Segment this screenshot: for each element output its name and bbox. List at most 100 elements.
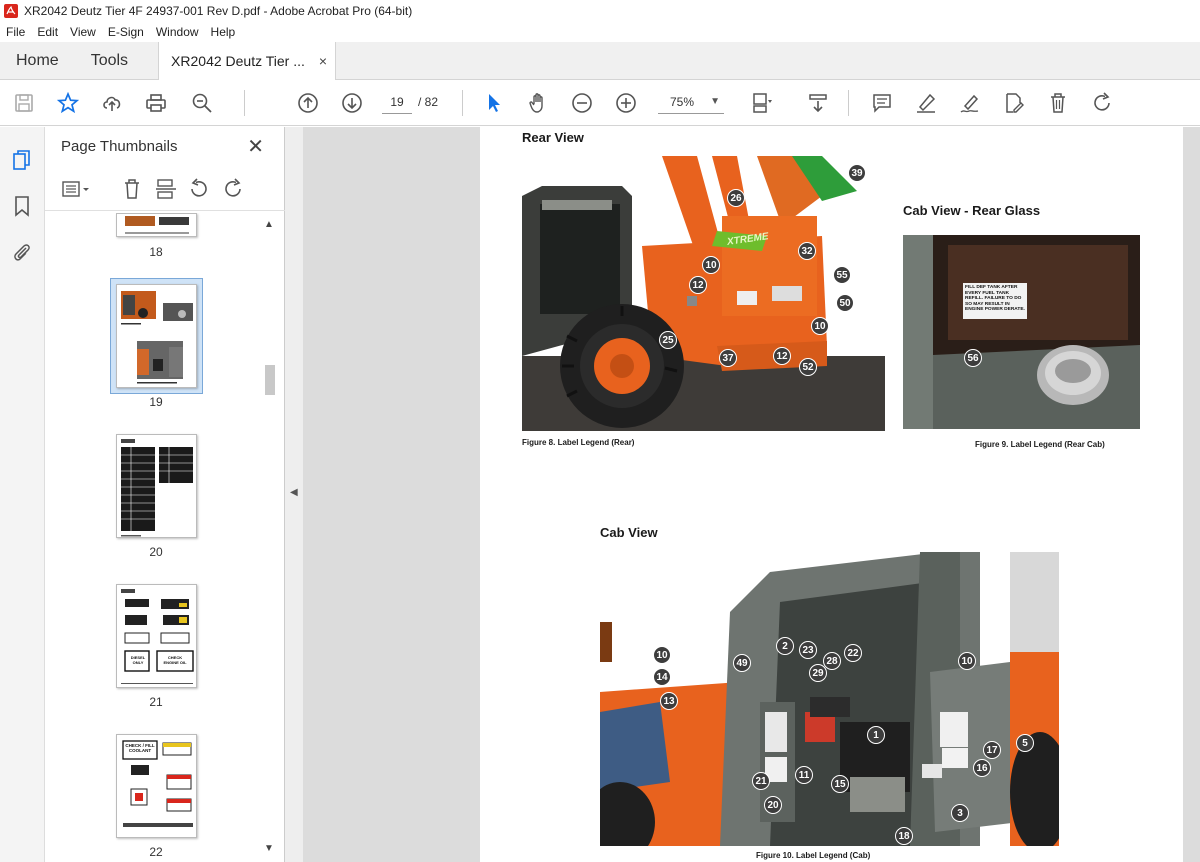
callout-marker: 21 [752,772,770,790]
edit-pdf-icon[interactable] [1002,91,1026,115]
callout-marker: 29 [809,664,827,682]
menu-esign[interactable]: E-Sign [108,25,144,39]
callout-marker: 10 [811,317,829,335]
hand-icon[interactable] [526,91,550,115]
page-up-icon[interactable] [296,91,320,115]
scroll-thumb[interactable] [265,365,275,395]
rear-cab-photo: FILL DEF TANK AFTER EVERY FUEL TANK REFI… [903,235,1140,429]
thumbnail-label: 21 [149,695,163,709]
page-number-input[interactable]: 19 [382,90,412,114]
callout-marker: 22 [844,644,862,662]
callout-marker: 39 [848,164,866,182]
upload-icon[interactable] [100,91,124,115]
bookmark-icon[interactable] [11,195,33,217]
thumbnail-label: 20 [149,545,163,559]
callout-marker: 12 [689,276,707,294]
menu-view[interactable]: View [70,25,96,39]
thumbnail-page-19[interactable] [116,284,197,388]
callout-marker: 11 [795,766,813,784]
zoom-in-icon[interactable] [614,91,638,115]
sign-icon[interactable] [958,91,982,115]
save-icon[interactable] [12,91,36,115]
thumbnail-page-20[interactable] [116,434,197,538]
callout-marker: 23 [799,641,817,659]
callout-marker: 49 [733,654,751,672]
tab-document-label: XR2042 Deutz Tier ... [171,53,305,69]
callout-marker: 26 [727,189,745,207]
callout-marker: 12 [773,347,791,365]
callout-marker: 25 [659,331,677,349]
page-down-icon[interactable] [340,91,364,115]
thumbnail-scrollbar[interactable]: ▲ ▼ [262,213,278,862]
toolbar-divider [244,90,245,116]
thumbnail-page-22[interactable]: CHECK / FILL COOLANT [116,734,197,838]
star-icon[interactable] [56,91,80,115]
highlight-icon[interactable] [914,91,938,115]
menu-bar: File Edit View E-Sign Window Help [0,22,1200,42]
figure-9-caption: Figure 9. Label Legend (Rear Cab) [975,440,1105,449]
document-viewport[interactable]: Rear View XTREME 39 26 32 10 55 12 50 10… [303,127,1200,862]
delete-page-icon[interactable] [121,178,143,200]
tab-document[interactable]: XR2042 Deutz Tier ... × [158,42,337,80]
thumbnail-options-icon[interactable] [61,178,89,200]
callout-marker: 2 [776,637,794,655]
thumbnail-label: 22 [149,845,163,859]
thumbnail-label: 19 [149,395,163,409]
callout-marker: 15 [831,775,849,793]
rotate-right-icon[interactable] [222,178,244,200]
rotate-left-icon[interactable] [188,178,210,200]
insert-page-icon[interactable] [155,178,177,200]
delete-icon[interactable] [1046,91,1070,115]
menu-edit[interactable]: Edit [37,25,58,39]
scroll-mode-icon[interactable] [806,91,830,115]
callout-marker: 32 [798,242,816,260]
callout-marker: 13 [660,692,678,710]
menu-file[interactable]: File [6,25,25,39]
find-zoom-icon[interactable] [190,91,214,115]
page-thumbnails-icon[interactable] [11,149,33,171]
chevron-down-icon: ▼ [710,96,720,107]
thumbnail-page-18[interactable] [116,213,197,237]
callout-marker: 20 [764,796,782,814]
toolbar-divider [462,90,463,116]
callout-marker: 5 [1016,734,1034,752]
tab-close-icon[interactable]: × [319,53,327,69]
panel-collapse-handle[interactable]: ◀ [285,127,303,862]
tab-tools[interactable]: Tools [75,42,144,79]
callout-marker: 50 [836,294,854,312]
page-layout-icon[interactable] [750,91,774,115]
callout-marker: 17 [983,741,1001,759]
figure-8-caption: Figure 8. Label Legend (Rear) [522,438,635,447]
zoom-value: 75% [670,95,695,109]
callout-marker: 14 [653,668,671,686]
rotate-icon[interactable] [1090,91,1114,115]
callout-marker: 10 [702,256,720,274]
select-cursor-icon[interactable] [482,91,506,115]
window-title: XR2042 Deutz Tier 4F 24937-001 Rev D.pdf… [24,4,413,18]
rear-view-photo: XTREME [522,156,885,431]
zoom-out-icon[interactable] [570,91,594,115]
thumbnail-diesel-label: DIESEL ONLY [130,655,146,665]
attachment-icon[interactable] [11,241,33,263]
thumbnails-panel: Page Thumbnails ✕ 18 19 20 DIESEL ONLY C… [45,127,285,862]
def-tank-sticker: FILL DEF TANK AFTER EVERY FUEL TANK REFI… [963,283,1027,319]
figure-10-caption: Figure 10. Label Legend (Cab) [756,851,871,860]
callout-marker: 28 [823,652,841,670]
comment-icon[interactable] [870,91,894,115]
print-icon[interactable] [144,91,168,115]
thumbnail-page-21[interactable]: DIESEL ONLY CHECK ENGINE OIL [116,584,197,688]
scroll-up-icon[interactable]: ▲ [264,219,274,230]
panel-close-icon[interactable]: ✕ [247,134,264,159]
scroll-down-icon[interactable]: ▼ [264,843,274,854]
callout-marker: 3 [951,804,969,822]
panel-toolbar [45,167,285,211]
toolbar-divider [848,90,849,116]
chevron-left-icon: ◀ [290,487,298,498]
thumbnail-list: 18 19 20 DIESEL ONLY CHECK ENGINE OIL 21… [45,213,267,862]
tab-home[interactable]: Home [0,42,75,79]
zoom-select[interactable]: 75% ▼ [658,90,724,114]
acrobat-app-icon [4,4,18,18]
navigation-rail [0,127,45,862]
menu-help[interactable]: Help [211,25,236,39]
menu-window[interactable]: Window [156,25,199,39]
